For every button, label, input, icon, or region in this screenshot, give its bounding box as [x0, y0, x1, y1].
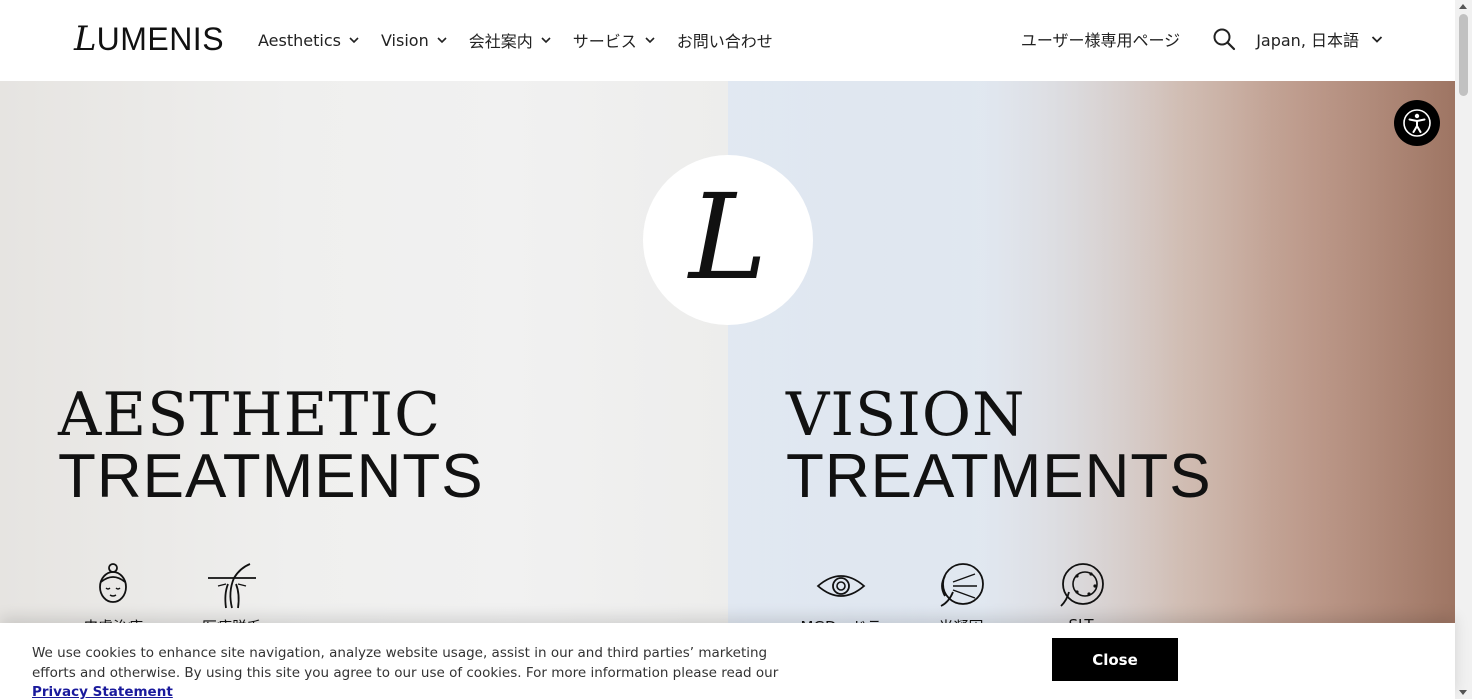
accessibility-icon — [1403, 109, 1431, 137]
hair-follicle-icon — [208, 563, 256, 609]
language-selector[interactable]: Japan, 日本語 — [1256, 27, 1383, 51]
aesthetic-title-line1: AESTHETIC — [58, 380, 442, 450]
cookie-banner: We use cookies to enhance site navigatio… — [0, 623, 1455, 699]
cookie-text: We use cookies to enhance site navigatio… — [32, 644, 792, 699]
nav-aesthetics[interactable]: Aesthetics — [258, 27, 359, 53]
vision-title-line1: VISION — [786, 380, 1026, 450]
eye-cross-section-icon — [940, 563, 984, 607]
chevron-down-icon — [645, 37, 655, 44]
chevron-down-icon — [541, 37, 551, 44]
center-logo-mark: L — [643, 155, 813, 325]
chevron-down-icon — [349, 37, 359, 44]
scroll-down-arrow-icon[interactable] — [1459, 690, 1467, 695]
scroll-thumb[interactable] — [1459, 14, 1468, 96]
utility-nav: ユーザー様専用ページ Japan, 日本語 — [1021, 27, 1383, 51]
nav-services-label: サービス — [572, 32, 637, 51]
page-scrollbar[interactable] — [1455, 0, 1472, 699]
chevron-down-icon — [437, 37, 447, 44]
nav-company-label: 会社案内 — [468, 32, 533, 51]
logo-text: UMENIS — [96, 21, 225, 57]
aesthetic-title-line2: TREATMENTS — [58, 442, 484, 511]
user-page-link[interactable]: ユーザー様専用ページ — [1021, 27, 1180, 51]
site-header: L UMENIS Aesthetics Vision 会社案内 サービス お問い合… — [0, 0, 1455, 81]
main-nav: Aesthetics Vision 会社案内 サービス お問い合わせ — [258, 27, 795, 53]
nav-aesthetics-label: Aesthetics — [258, 30, 341, 50]
search-icon[interactable] — [1212, 27, 1236, 51]
nav-services[interactable]: サービス — [573, 27, 655, 53]
vision-title[interactable]: VISION TREATMENTS — [786, 384, 1212, 508]
face-icon — [99, 563, 127, 603]
language-label: Japan, 日本語 — [1256, 31, 1359, 50]
chevron-down-icon — [1371, 36, 1383, 43]
lumenis-logo[interactable]: L UMENIS — [74, 22, 224, 58]
nav-company[interactable]: 会社案内 — [469, 27, 551, 53]
cookie-close-button[interactable]: Close — [1052, 638, 1178, 681]
cookie-message: We use cookies to enhance site navigatio… — [32, 645, 779, 681]
nav-vision-label: Vision — [380, 30, 429, 50]
center-logo-letter: L — [688, 168, 768, 306]
scroll-up-arrow-icon[interactable] — [1459, 4, 1467, 9]
logo-initial: L — [74, 19, 97, 59]
eye-icon — [816, 575, 866, 597]
accessibility-button[interactable] — [1394, 100, 1440, 146]
nav-contact[interactable]: お問い合わせ — [677, 27, 773, 53]
vision-title-line2: TREATMENTS — [786, 442, 1212, 511]
eye-laser-icon — [1060, 563, 1104, 607]
nav-vision[interactable]: Vision — [381, 27, 447, 53]
nav-contact-label: お問い合わせ — [676, 32, 773, 51]
aesthetic-title[interactable]: AESTHETIC TREATMENTS — [58, 384, 484, 508]
privacy-statement-link[interactable]: Privacy Statement — [32, 684, 173, 699]
